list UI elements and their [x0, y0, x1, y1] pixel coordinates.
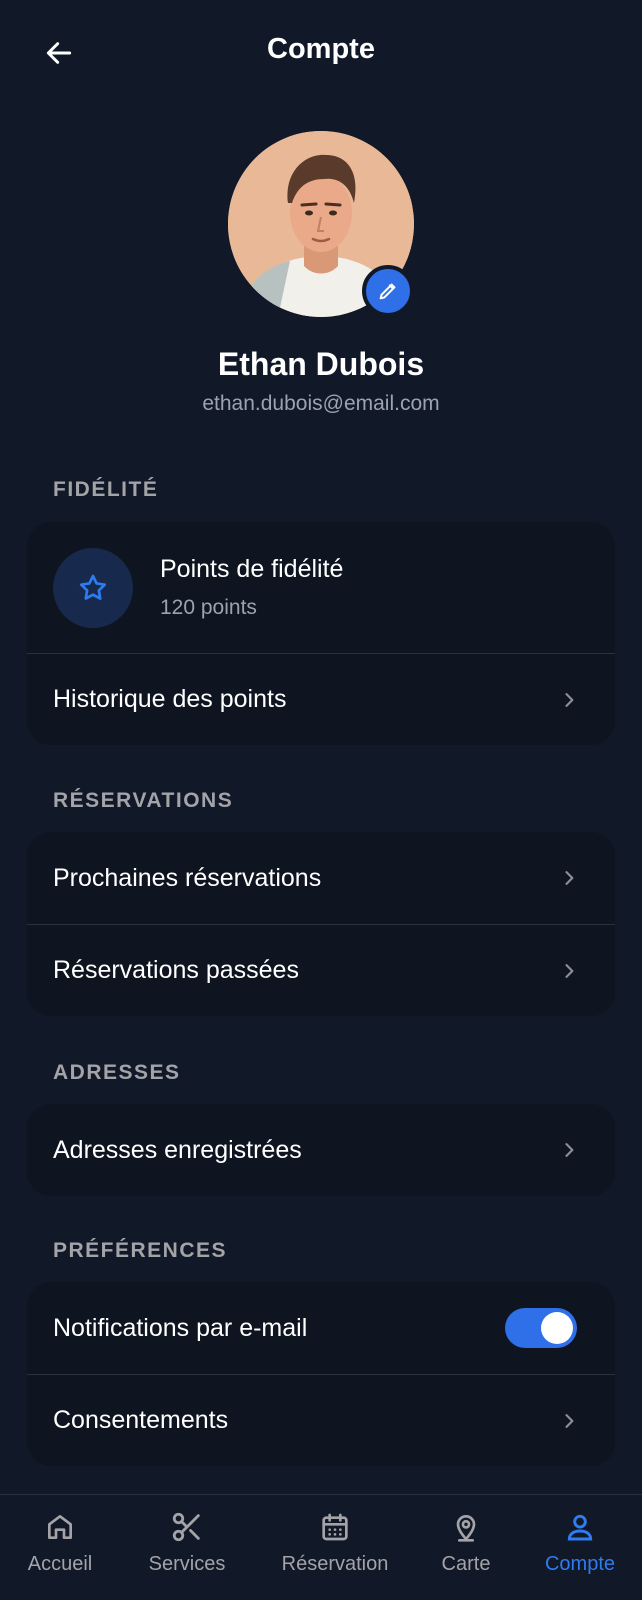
top-bar: Compte [0, 0, 642, 104]
loyalty-points-row: Points de fidélité 120 points [27, 522, 615, 653]
saved-addresses-label: Adresses enregistrées [53, 1135, 302, 1164]
nav-item-reservation[interactable]: Réservation [276, 1495, 394, 1600]
past-reservations-label: Réservations passées [53, 956, 299, 984]
past-reservations-row[interactable]: Réservations passées [27, 924, 615, 1016]
user-name: Ethan Dubois [217, 346, 425, 382]
star-icon [79, 574, 107, 600]
nav-item-home[interactable]: Accueil [20, 1495, 100, 1600]
toggle-knob [541, 1312, 573, 1344]
chevron-right-icon [559, 961, 579, 981]
preferences-card: Notifications par e-mail Consentements [27, 1282, 615, 1466]
addresses-card: Adresses enregistrées [27, 1104, 615, 1196]
consents-row[interactable]: Consentements [27, 1374, 615, 1466]
user-email: ethan.dubois@email.com [202, 392, 440, 415]
email-notifications-label: Notifications par e-mail [53, 1313, 308, 1342]
loyalty-points-title: Points de fidélité [160, 555, 344, 583]
points-history-row[interactable]: Historique des points [27, 653, 615, 745]
nav-label-map: Carte [441, 1553, 491, 1575]
loyalty-points-value: 120 points [160, 596, 257, 619]
chevron-right-icon [559, 1411, 579, 1431]
nav-label-services: Services [148, 1553, 226, 1575]
consents-label: Consentements [53, 1406, 229, 1434]
email-notifications-row: Notifications par e-mail [27, 1282, 615, 1374]
home-icon [42, 1509, 78, 1545]
section-label-addresses: ADRESSES [53, 1061, 181, 1084]
chevron-right-icon [559, 868, 579, 888]
nav-item-map[interactable]: Carte [432, 1495, 500, 1600]
email-notifications-toggle[interactable] [505, 1308, 577, 1348]
nav-label-reservation: Réservation [281, 1553, 389, 1575]
saved-addresses-row[interactable]: Adresses enregistrées [27, 1104, 615, 1196]
pencil-icon [379, 283, 396, 300]
loyalty-badge [53, 547, 133, 628]
upcoming-reservations-row[interactable]: Prochaines réservations [27, 832, 615, 924]
section-label-loyalty: FIDÉLITÉ [53, 478, 159, 501]
nav-label-account: Compte [544, 1553, 616, 1575]
chevron-right-icon [559, 690, 579, 710]
scissors-icon [169, 1509, 205, 1545]
map-pin-icon [448, 1509, 484, 1545]
points-history-label: Historique des points [53, 685, 287, 713]
calendar-icon [317, 1509, 353, 1545]
profile-avatar-container [228, 131, 414, 317]
loyalty-card: Points de fidélité 120 points Historique… [27, 522, 615, 745]
page-title: Compte [267, 33, 375, 65]
nav-item-account[interactable]: Compte [538, 1495, 622, 1600]
chevron-right-icon [559, 1140, 579, 1160]
reservations-card: Prochaines réservations Réservations pas… [27, 832, 615, 1016]
nav-label-home: Accueil [27, 1553, 93, 1575]
bottom-navigation: Accueil Services Réservation Carte Compt… [0, 1494, 642, 1600]
upcoming-reservations-label: Prochaines réservations [53, 863, 322, 892]
nav-item-services[interactable]: Services [140, 1495, 234, 1600]
edit-avatar-button[interactable] [362, 265, 414, 317]
section-label-preferences: PRÉFÉRENCES [53, 1239, 228, 1262]
user-icon [562, 1509, 598, 1545]
section-label-reservations: RÉSERVATIONS [53, 789, 234, 812]
